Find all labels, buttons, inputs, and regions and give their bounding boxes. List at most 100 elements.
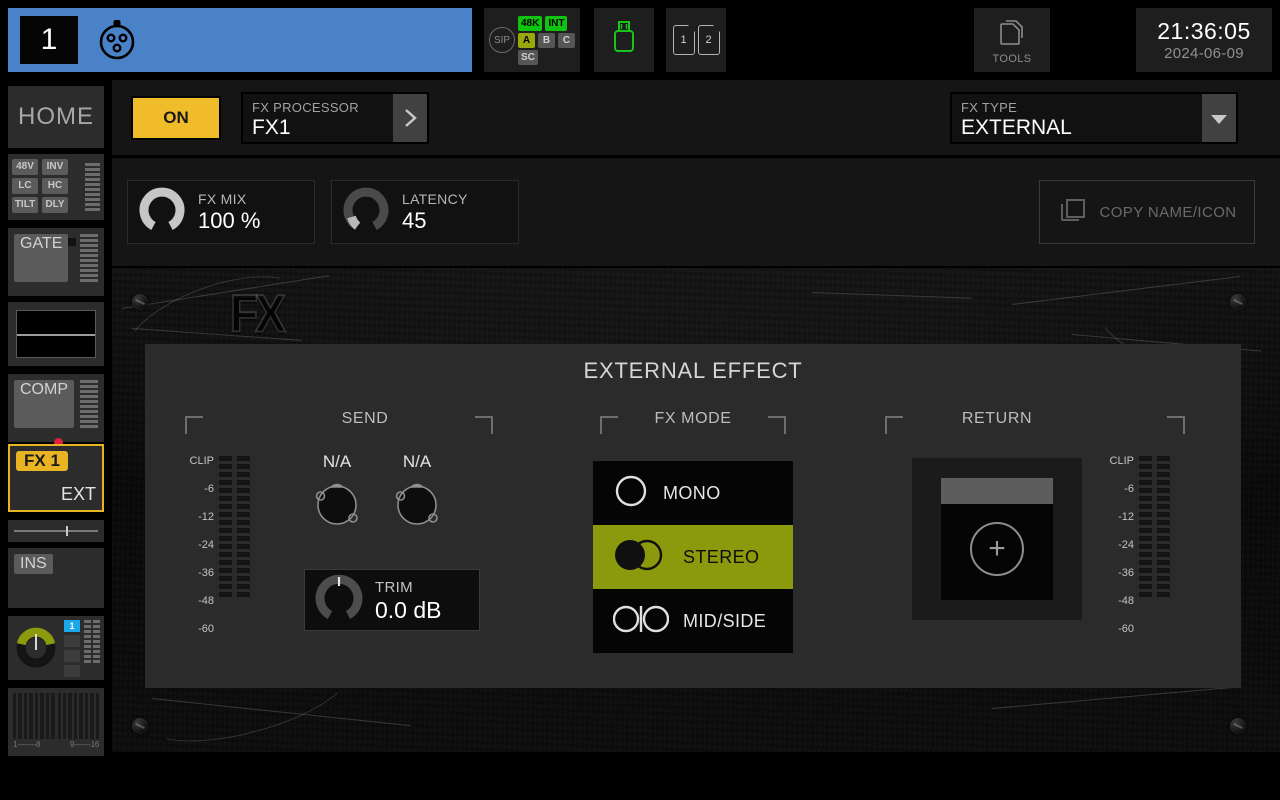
two-circles-icon	[613, 537, 669, 578]
meter-segment	[1157, 464, 1170, 469]
fx-mix-control[interactable]: FX MIX 100 %	[127, 180, 315, 244]
bracket-return-left	[885, 416, 903, 434]
status-badge-sc[interactable]: SC	[518, 49, 538, 65]
ins-label: INS	[14, 554, 53, 574]
pan-bus-2[interactable]	[64, 634, 80, 647]
status-badge-48k[interactable]: 48K	[518, 15, 543, 31]
return-scale-clip: CLIP	[1109, 455, 1134, 467]
fader-knob[interactable]	[66, 526, 69, 536]
meter-segment	[219, 560, 232, 565]
status-badge-a[interactable]: A	[518, 32, 535, 48]
sidebar-item-insert[interactable]: INS	[8, 548, 104, 608]
return-meter-col-right	[1157, 456, 1170, 597]
meter-segment	[1139, 520, 1152, 525]
fx-type-caption: FX TYPE	[961, 99, 1018, 115]
sd-card-slots[interactable]: 1 2	[666, 8, 726, 72]
sidebar-item-eq-curve[interactable]	[8, 302, 104, 366]
fx-on-button[interactable]: ON	[131, 96, 221, 140]
copy-name-icon-label: COPY NAME/ICON	[1099, 203, 1237, 221]
send-output-1[interactable]: N/A	[310, 452, 364, 535]
channel-strip-header[interactable]: 1	[8, 8, 472, 72]
fx-type-value: EXTERNAL	[961, 115, 1072, 139]
status-badge-int[interactable]: INT	[545, 15, 568, 31]
bracket-send-left	[185, 416, 203, 434]
channel-number: 1	[20, 16, 78, 64]
meter-segment	[1157, 488, 1170, 493]
return-scale-24: -24	[1118, 539, 1134, 551]
status-row-sample-rate: 48K INT	[518, 15, 576, 31]
trim-control[interactable]: TRIM 0.0 dB	[304, 569, 480, 631]
usb-status-button[interactable]	[594, 8, 654, 72]
meter-segment	[219, 552, 232, 557]
sidebar-item-gate[interactable]: GATE	[8, 228, 104, 296]
meter-segment	[219, 520, 232, 525]
meter-segment	[219, 568, 232, 573]
fx-type-selector[interactable]: FX TYPE EXTERNAL	[950, 92, 1238, 144]
pan-bus-3[interactable]	[64, 649, 80, 662]
chevron-right-icon[interactable]	[393, 94, 427, 142]
sidebar-item-fx1[interactable]: FX 1 EXT	[8, 444, 104, 512]
copy-name-icon-button[interactable]: COPY NAME/ICON	[1039, 180, 1255, 244]
meter-segment	[219, 584, 232, 589]
xlr-jack-icon[interactable]	[310, 476, 364, 535]
tools-label: TOOLS	[992, 52, 1032, 65]
chevron-down-icon[interactable]	[1202, 94, 1236, 142]
pan-knob-icon[interactable]	[14, 624, 58, 673]
flag-dly[interactable]: DLY	[42, 197, 68, 213]
fader-track[interactable]	[14, 526, 98, 536]
pan-meter	[84, 619, 100, 677]
xlr-jack-icon[interactable]	[390, 476, 444, 535]
clock-display[interactable]: 21:36:05 2024-06-09	[1136, 8, 1272, 72]
flag-hc[interactable]: HC	[42, 178, 68, 194]
tools-button[interactable]: TOOLS	[974, 8, 1050, 72]
copy-icon	[1057, 194, 1089, 231]
pan-bus-4[interactable]	[64, 664, 80, 677]
fx-mode-option-stereo[interactable]: STEREO	[593, 525, 793, 589]
flag-tilt[interactable]: TILT	[12, 197, 38, 213]
sd-card-1[interactable]: 1	[672, 24, 695, 55]
send-output-2[interactable]: N/A	[390, 452, 444, 535]
sidebar-item-bus-meters[interactable]: 1--------8 9-------16	[8, 688, 104, 756]
top-bar: 1 SIP 48K INT A B C SC 1 2 TOOLS 21:36:0…	[0, 0, 1280, 80]
meter-segment	[1139, 544, 1152, 549]
sidebar-item-preamp-flags[interactable]: 48V INV LC HC TILT DLY	[8, 154, 104, 220]
meter-segment	[1157, 520, 1170, 525]
meter-segment	[237, 568, 250, 573]
preamp-mini-meter	[82, 159, 100, 215]
sd-card-2[interactable]: 2	[697, 24, 720, 55]
status-indicator-box: SIP 48K INT A B C SC	[484, 8, 580, 72]
plus-circle-icon[interactable]: +	[970, 521, 1024, 576]
fx-mode-label-midside: MID/SIDE	[683, 610, 767, 631]
pan-bus-1[interactable]: 1	[64, 619, 80, 632]
meter-segment	[1139, 576, 1152, 581]
flag-lc[interactable]: LC	[12, 178, 38, 194]
fx-mix-text: FX MIX 100 %	[198, 190, 260, 234]
latency-control[interactable]: LATENCY 45	[331, 180, 519, 244]
sidebar-item-fader[interactable]	[8, 520, 104, 542]
fx-mode-option-midside[interactable]: MID/SIDE	[593, 589, 793, 653]
return-scale-6: -6	[1124, 483, 1134, 495]
fx-mode-option-mono[interactable]: MONO	[593, 461, 793, 525]
sidebar-item-pan[interactable]: 1	[8, 616, 104, 680]
sidebar-item-home[interactable]: HOME	[8, 86, 104, 148]
return-source-card[interactable]: +	[912, 458, 1082, 620]
send-meter-columns	[219, 456, 250, 597]
usb-drive-icon	[611, 20, 637, 61]
fx-stage-background: FX EXTERNAL EFFECT SEND CLIP -6 -12 -24 …	[112, 268, 1280, 752]
fx-mix-knob-icon[interactable]	[136, 184, 188, 241]
eq-curve-line	[17, 334, 95, 336]
bracket-send-right	[475, 416, 493, 434]
sidebar-item-comp[interactable]: COMP	[8, 374, 104, 442]
meter-segment	[1157, 456, 1170, 461]
flag-row-2: LC HC	[12, 178, 82, 194]
sip-indicator[interactable]: SIP	[489, 27, 515, 53]
meter-segment	[1157, 560, 1170, 565]
flag-48v[interactable]: 48V	[12, 159, 38, 175]
latency-knob-icon[interactable]	[340, 184, 392, 241]
trim-knob-icon[interactable]	[312, 571, 366, 630]
flag-inv[interactable]: INV	[42, 159, 68, 175]
status-badge-c[interactable]: C	[558, 32, 575, 48]
fx-processor-selector[interactable]: FX PROCESSOR FX1	[241, 92, 429, 144]
flag-row-3: TILT DLY	[12, 197, 82, 213]
status-badge-b[interactable]: B	[538, 32, 555, 48]
